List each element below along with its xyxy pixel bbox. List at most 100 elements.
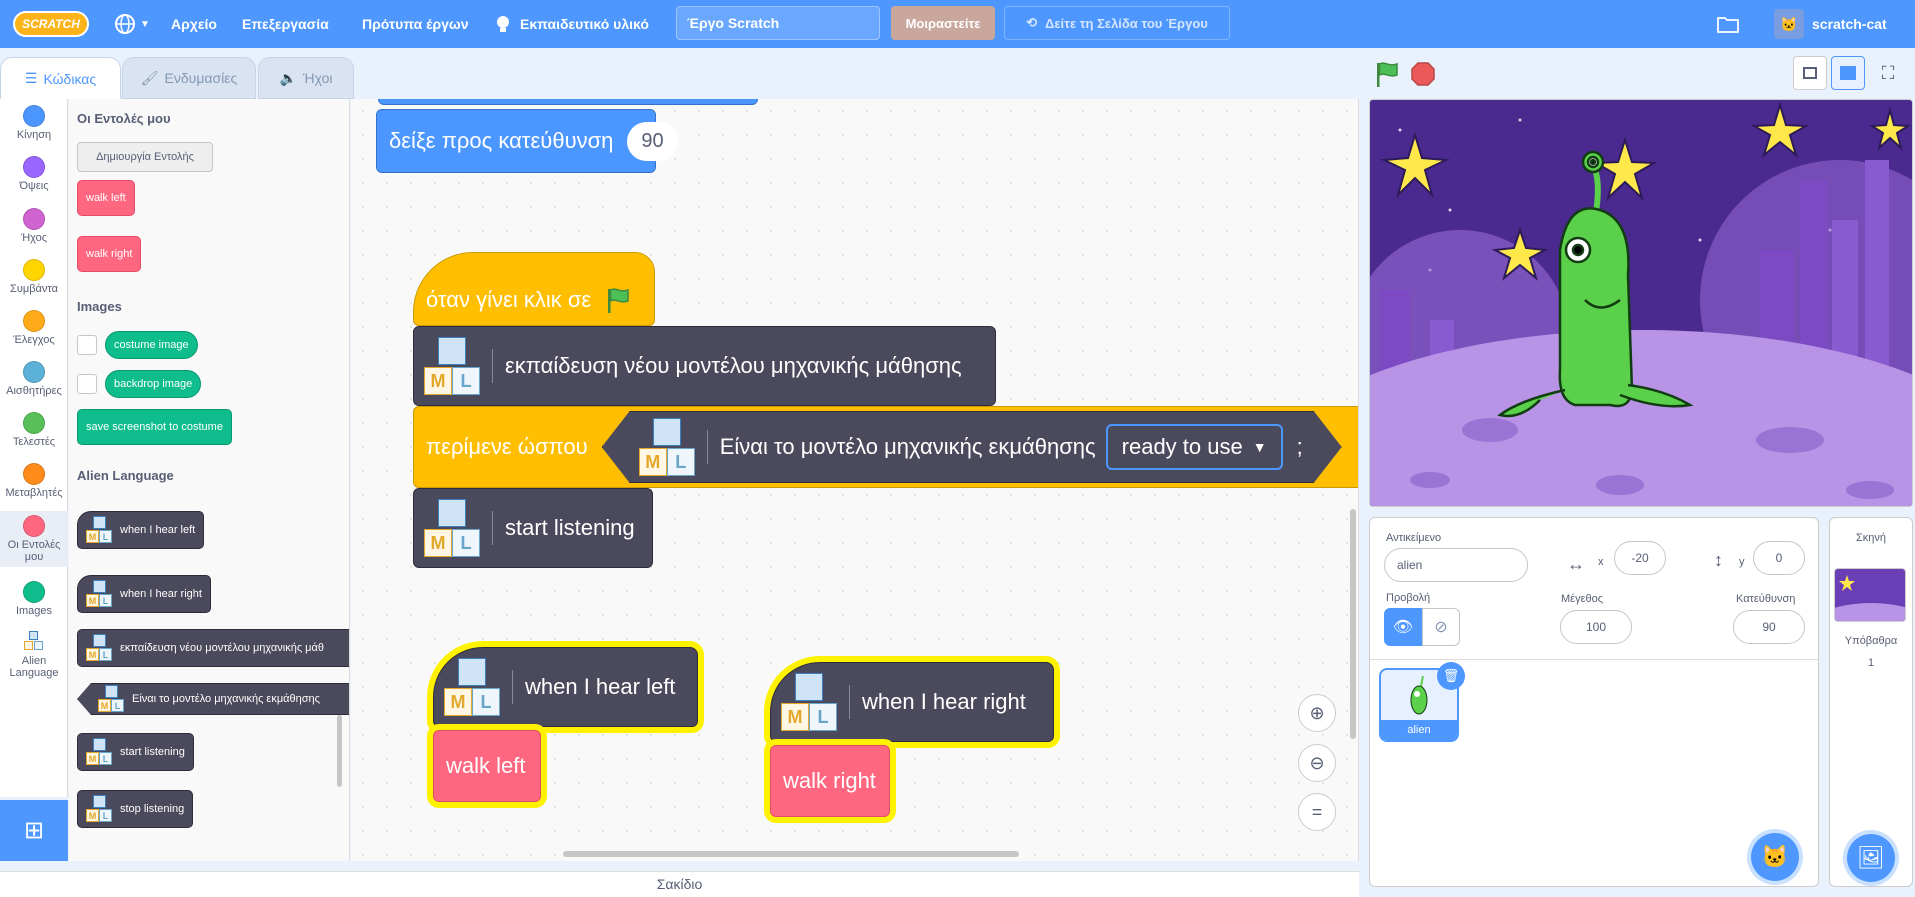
when-hear-left-hat-block[interactable]: ML when I hear left xyxy=(433,647,698,727)
category-sensing[interactable]: Αισθητήρες xyxy=(0,361,68,397)
normal-stage-button[interactable] xyxy=(1831,56,1865,90)
block-separator xyxy=(849,685,850,719)
scratch-logo[interactable]: SCRATCH xyxy=(13,11,89,37)
block-label: όταν γίνει κλικ σε xyxy=(426,287,592,312)
category-menu: Κίνηση Όψεις Ήχος Συμβάντα Έλεγχος Αισθη… xyxy=(0,99,68,797)
learning-menu[interactable]: Εκπαιδευτικό υλικό xyxy=(494,0,649,48)
horizontal-scrollbar[interactable] xyxy=(563,851,1019,857)
train-model-block[interactable]: ML εκπαίδευση νέου μοντέλου μηχανικής μά… xyxy=(77,629,349,667)
images-dot-icon xyxy=(23,581,45,603)
sprite-name-input[interactable]: alien xyxy=(1384,548,1528,582)
start-listening-block[interactable]: ML start listening xyxy=(77,733,194,771)
ml-icon: ML xyxy=(86,580,112,608)
backpack-bar[interactable]: Σακίδιο xyxy=(0,871,1359,897)
project-title-input[interactable]: Έργο Scratch xyxy=(676,6,880,40)
make-block-button[interactable]: Δημιουργία Εντολής xyxy=(77,142,213,172)
sprite-label: Αντικείμενο xyxy=(1386,532,1442,544)
stage-selector-pane[interactable]: Σκηνή Υπόβαθρα 1 xyxy=(1829,517,1913,887)
zoom-reset-button[interactable]: = xyxy=(1298,793,1336,831)
y-position-input[interactable]: 0 xyxy=(1753,541,1805,575)
my-stuff-folder-icon[interactable] xyxy=(1716,0,1740,48)
tab-code[interactable]: ☰ Κώδικας xyxy=(0,57,121,99)
green-flag-button[interactable] xyxy=(1372,59,1402,89)
tab-costumes[interactable]: 🖌 Ενδυμασίες xyxy=(122,57,256,99)
vertical-scrollbar[interactable] xyxy=(1350,509,1356,739)
x-position-input[interactable]: -20 xyxy=(1614,541,1666,575)
tutorials-menu[interactable]: Πρότυπα έργων xyxy=(362,0,469,48)
stop-button[interactable] xyxy=(1411,62,1435,86)
hide-sprite-button[interactable]: ⊘ xyxy=(1422,608,1460,646)
direction-input[interactable]: 90 xyxy=(1733,610,1805,644)
speaker-icon: 🔈 xyxy=(279,69,297,86)
small-stage-button[interactable] xyxy=(1793,56,1827,90)
brush-icon: 🖌 xyxy=(140,69,159,86)
sensing-dot-icon xyxy=(23,361,45,383)
backdrop-image-checkbox[interactable] xyxy=(77,374,97,394)
stop-listening-block[interactable]: ML stop listening xyxy=(77,790,194,828)
save-screenshot-block[interactable]: save screenshot to costume xyxy=(77,409,232,445)
walk-right-block[interactable]: walk right xyxy=(77,236,142,272)
when-hear-left-block[interactable]: ML when I hear left xyxy=(77,511,205,549)
tab-sounds[interactable]: 🔈 Ήχοι xyxy=(258,57,354,99)
when-flag-clicked-block[interactable]: όταν γίνει κλικ σε xyxy=(413,252,655,326)
see-project-page-button[interactable]: ⟲ Δείτε τη Σελίδα του Έργου xyxy=(1004,6,1230,40)
stage-canvas[interactable] xyxy=(1369,99,1913,507)
category-my-blocks[interactable]: Οι Εντολές μου xyxy=(0,511,68,567)
category-sound[interactable]: Ήχος xyxy=(0,208,68,244)
category-looks[interactable]: Όψεις xyxy=(0,156,68,192)
ml-icon: ML xyxy=(781,673,837,731)
partial-motion-block[interactable] xyxy=(378,99,758,105)
status-dropdown[interactable]: ready to use ▼ xyxy=(1106,424,1283,470)
zoom-out-button[interactable]: ⊖ xyxy=(1298,744,1336,782)
category-events[interactable]: Συμβάντα xyxy=(0,259,68,295)
size-input[interactable]: 100 xyxy=(1560,610,1632,644)
fullscreen-button[interactable]: ⛶ xyxy=(1871,56,1905,90)
category-operators[interactable]: Τελεστές xyxy=(0,412,68,448)
walk-left-block[interactable]: walk left xyxy=(433,730,541,802)
sprite-name: alien xyxy=(1381,720,1457,740)
alien-language-heading: Alien Language xyxy=(77,468,174,483)
direction-input[interactable]: 90 xyxy=(627,121,678,161)
costume-image-block[interactable]: costume image xyxy=(105,331,198,359)
script-workspace[interactable]: δείξε προς κατεύθυνση 90 όταν γίνει κλικ… xyxy=(351,99,1359,861)
backdrop-image-block[interactable]: backdrop image xyxy=(105,370,202,398)
block-separator xyxy=(492,511,493,545)
zoom-in-button[interactable]: ⊕ xyxy=(1298,694,1336,732)
costume-image-checkbox[interactable] xyxy=(77,335,97,355)
delete-sprite-button[interactable]: 🗑 xyxy=(1437,662,1465,690)
wait-until-block[interactable]: περίμενε ώσπου ML Είναι το μοντέλο μηχαν… xyxy=(413,406,1358,488)
start-listening-block[interactable]: ML start listening xyxy=(413,488,653,568)
category-control[interactable]: Έλεγχος xyxy=(0,310,68,346)
backdrop-thumbnail[interactable] xyxy=(1834,568,1906,622)
share-button[interactable]: Μοιραστείτε xyxy=(891,6,995,40)
category-label: Κίνηση xyxy=(16,129,52,141)
walk-left-block[interactable]: walk left xyxy=(77,180,135,216)
choose-backdrop-button[interactable]: 🖼 xyxy=(1847,834,1895,882)
account-menu[interactable]: 🐱 scratch-cat xyxy=(1774,0,1887,48)
category-motion[interactable]: Κίνηση xyxy=(0,105,68,141)
file-menu[interactable]: Αρχείο xyxy=(171,0,217,48)
zoom-out-icon: ⊖ xyxy=(1309,752,1325,773)
block-label: εκπαίδευση νέου μοντέλου μηχανικής μάθησ… xyxy=(505,353,962,378)
when-hear-right-hat-block[interactable]: ML when I hear right xyxy=(770,662,1054,742)
add-extension-button[interactable]: ⊞ xyxy=(0,800,68,861)
train-model-block[interactable]: ML εκπαίδευση νέου μοντέλου μηχανικής μά… xyxy=(413,326,996,406)
when-hear-right-block[interactable]: ML when I hear right xyxy=(77,575,211,613)
category-alien-language[interactable]: Alien Language xyxy=(0,631,68,679)
model-status-reporter[interactable]: ML Είναι το μοντέλο μηχανικής εκμάθησης … xyxy=(602,411,1342,483)
username: scratch-cat xyxy=(1812,16,1887,32)
category-label: Συμβάντα xyxy=(10,283,58,295)
walk-right-block[interactable]: walk right xyxy=(770,745,890,817)
edit-menu[interactable]: Επεξεργασία xyxy=(242,0,329,48)
category-variables[interactable]: Μεταβλητές xyxy=(0,463,68,499)
ml-icon xyxy=(23,631,45,653)
category-images[interactable]: Images xyxy=(0,581,68,617)
show-sprite-button[interactable]: 👁 xyxy=(1384,608,1422,646)
language-menu[interactable]: ▼ xyxy=(114,0,150,48)
model-status-block[interactable]: ML Είναι το μοντέλο μηχανικής εκμάθησης xyxy=(77,683,349,715)
image-plus-icon: 🖼 xyxy=(1857,845,1885,870)
point-direction-block[interactable]: δείξε προς κατεύθυνση 90 xyxy=(376,109,678,173)
choose-sprite-button[interactable]: 🐱 xyxy=(1751,833,1799,881)
palette-scrollbar[interactable] xyxy=(337,715,342,787)
code-icon: ☰ xyxy=(24,70,38,86)
